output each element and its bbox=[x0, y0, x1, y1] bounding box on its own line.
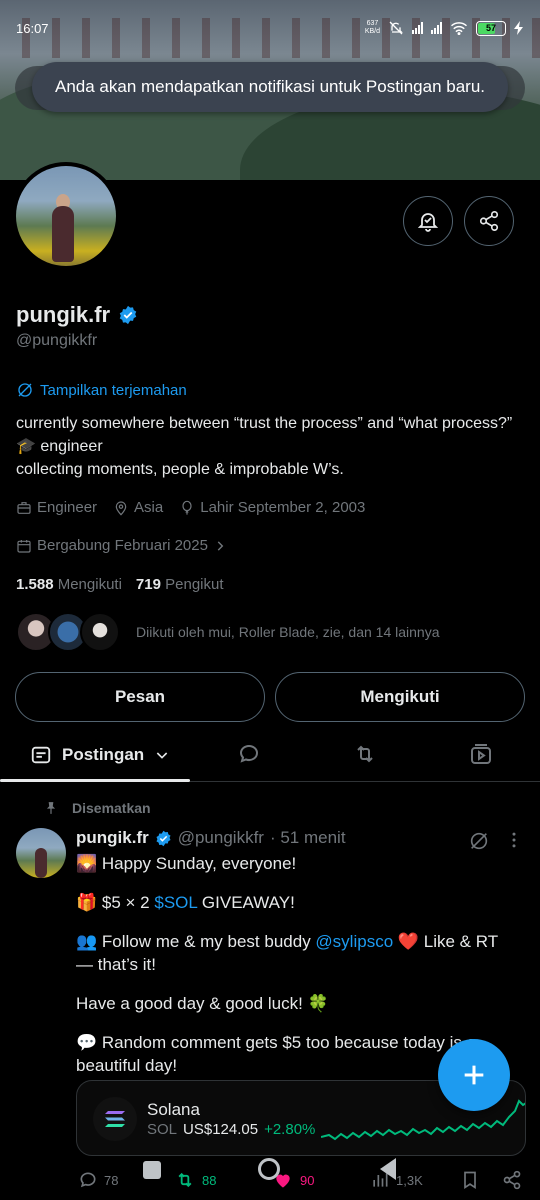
translate-bio-link[interactable]: Tampilkan terjemahan bbox=[16, 381, 187, 399]
card-price: US$124.05 bbox=[183, 1121, 259, 1138]
card-title: Solana bbox=[147, 1100, 200, 1119]
toast-message: Anda akan mendapatkan notifikasi untuk P… bbox=[54, 77, 485, 96]
pinned-label: Disematkan bbox=[44, 800, 151, 816]
battery-icon: 57 bbox=[476, 20, 506, 36]
net-speed: 637 KB/d bbox=[364, 20, 380, 35]
plus-icon bbox=[464, 1065, 484, 1085]
profile-meta: Engineer Asia Lahir September 2, 2003 bbox=[16, 499, 365, 516]
followed-by-text: Diikuti oleh mui, Roller Blade, zie, dan… bbox=[136, 624, 440, 640]
profession-item: Engineer bbox=[16, 499, 97, 516]
notifications-button[interactable] bbox=[403, 196, 453, 246]
location-pin-icon bbox=[115, 500, 127, 516]
birthday-item: Lahir September 2, 2003 bbox=[179, 499, 365, 516]
post-time: · 51 menit bbox=[269, 828, 346, 847]
signal-icon bbox=[412, 22, 423, 34]
repost-icon bbox=[178, 1172, 192, 1188]
mute-bell-icon bbox=[389, 21, 403, 35]
signal-icon bbox=[431, 22, 442, 34]
post-header: pungik.fr @pungikkfr · 51 menit bbox=[76, 828, 346, 848]
followed-by-avatars bbox=[16, 612, 120, 652]
status-bar: 16:07 637 KB/d 57 bbox=[0, 0, 540, 56]
profile-handle: @pungikkfr bbox=[16, 332, 98, 349]
system-recents-button[interactable] bbox=[143, 1161, 161, 1179]
joined-date-item[interactable]: Bergabung Februari 2025 bbox=[16, 537, 227, 554]
system-home-button[interactable] bbox=[258, 1158, 280, 1180]
more-options-icon[interactable] bbox=[504, 830, 524, 850]
message-button[interactable]: Pesan bbox=[15, 672, 265, 722]
profile-name: pungik.fr bbox=[16, 302, 111, 327]
verified-badge-icon[interactable] bbox=[118, 305, 138, 325]
card-ticker: SOL bbox=[147, 1121, 178, 1138]
balloon-icon bbox=[182, 500, 192, 515]
tab-posts[interactable]: Postingan bbox=[30, 728, 170, 782]
mention-link[interactable]: @sylipsco bbox=[315, 932, 393, 951]
posts-icon bbox=[31, 746, 51, 764]
profile-name-row: pungik.fr bbox=[16, 302, 138, 328]
avatar bbox=[16, 166, 116, 266]
profile-avatar[interactable] bbox=[12, 162, 120, 270]
following-link[interactable]: 1.588 Mengikuti bbox=[16, 576, 122, 593]
share-icon bbox=[479, 211, 499, 231]
tab-media-icon[interactable] bbox=[469, 742, 493, 766]
chevron-down-icon bbox=[156, 752, 168, 759]
bell-check-icon bbox=[417, 213, 439, 232]
post-author-avatar[interactable] bbox=[16, 828, 66, 878]
reply-icon bbox=[80, 1172, 96, 1188]
following-button[interactable]: Mengikuti bbox=[275, 672, 525, 722]
avatar bbox=[80, 612, 120, 652]
bookmark-icon[interactable] bbox=[460, 1170, 480, 1190]
cashtag-link[interactable]: $SOL bbox=[154, 893, 197, 912]
followers-link[interactable]: 719 Pengikut bbox=[136, 576, 224, 593]
location-item: Asia bbox=[113, 499, 163, 516]
compose-post-button[interactable] bbox=[438, 1039, 510, 1111]
translate-icon bbox=[18, 383, 32, 397]
profile-tabs: Postingan bbox=[0, 728, 540, 782]
chevron-right-icon bbox=[217, 540, 224, 551]
follow-counts: 1.588 Mengikuti 719 Pengikut bbox=[16, 576, 224, 593]
share-profile-button[interactable] bbox=[464, 196, 514, 246]
share-icon[interactable] bbox=[502, 1170, 522, 1190]
solana-logo-icon bbox=[93, 1097, 137, 1141]
reply-button[interactable]: 78 bbox=[78, 1170, 118, 1190]
post-author-handle: @pungikkfr bbox=[177, 828, 264, 847]
followed-by-row[interactable]: Diikuti oleh mui, Roller Blade, zie, dan… bbox=[16, 612, 440, 652]
charging-icon bbox=[514, 21, 523, 35]
calendar-icon bbox=[17, 539, 31, 553]
briefcase-icon bbox=[17, 501, 31, 514]
repost-button[interactable]: 88 bbox=[174, 1170, 216, 1190]
tab-reposts-icon[interactable] bbox=[353, 742, 377, 766]
profile-bio: currently somewhere between “trust the p… bbox=[16, 415, 513, 478]
pin-icon bbox=[46, 802, 56, 814]
card-change: +2.80% bbox=[264, 1121, 316, 1138]
views-button[interactable]: 1,3K bbox=[370, 1170, 423, 1190]
card-price-row: SOL US$124.05 +2.80% bbox=[147, 1121, 315, 1138]
translate-post-icon[interactable] bbox=[468, 830, 490, 852]
active-tab-indicator bbox=[0, 779, 190, 782]
system-back-button[interactable] bbox=[380, 1158, 396, 1180]
wifi-icon bbox=[451, 22, 467, 35]
notification-toast: Anda akan mendapatkan notifikasi untuk P… bbox=[32, 62, 508, 112]
status-time: 16:07 bbox=[16, 20, 49, 36]
verified-badge-icon bbox=[156, 830, 171, 846]
post-author-name[interactable]: pungik.fr bbox=[76, 828, 149, 848]
tab-replies-icon[interactable] bbox=[237, 742, 261, 766]
